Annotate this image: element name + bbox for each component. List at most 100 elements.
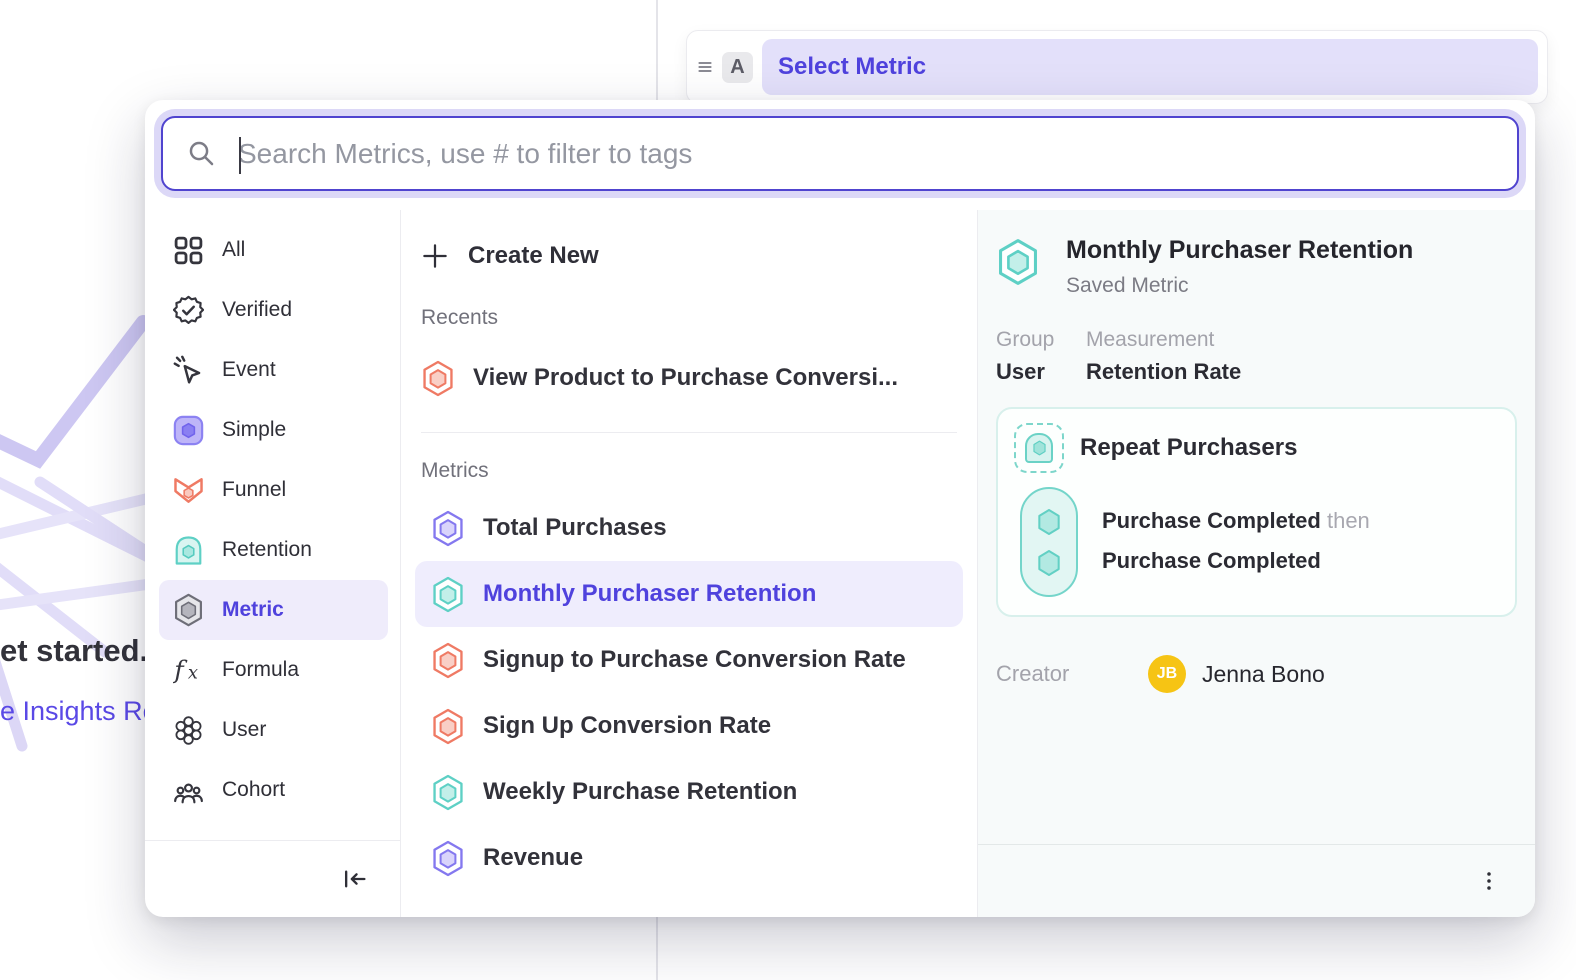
create-new-label: Create New — [468, 242, 599, 270]
more-options-button[interactable] — [1471, 863, 1507, 899]
definition-connector: then — [1327, 508, 1370, 533]
event-hexagon-icon — [1036, 508, 1062, 536]
saved-metric-icon — [996, 238, 1040, 286]
sidebar-item-label: Verified — [222, 298, 292, 322]
metric-row[interactable]: Revenue — [415, 825, 963, 891]
metric-row[interactable]: Signup to Purchase Conversion Rate — [415, 627, 963, 693]
creator-label: Creator — [996, 661, 1148, 687]
creator-row: Creator JB Jenna Bono — [996, 655, 1517, 693]
category-list: All Verified — [145, 210, 400, 820]
svg-text:ƒ: ƒ — [173, 655, 188, 685]
event-sequence-pill — [1020, 487, 1078, 597]
user-cluster-icon — [173, 715, 204, 746]
detail-subtitle: Saved Metric — [1066, 274, 1413, 298]
metric-row-selected[interactable]: Monthly Purchaser Retention — [415, 561, 963, 627]
metric-definition-card: Repeat Purchasers Purchase Completed the… — [996, 407, 1517, 617]
grid-icon — [173, 235, 204, 266]
event-hexagon-icon — [1036, 549, 1062, 577]
funnel-icon — [173, 475, 204, 506]
retention-behavior-icon — [1014, 423, 1064, 473]
background-link-fragment[interactable]: e Insights Re — [0, 696, 158, 727]
sidebar-item-funnel[interactable]: Funnel — [159, 460, 388, 520]
sidebar-item-metric[interactable]: Metric — [159, 580, 388, 640]
sidebar-item-event[interactable]: Event — [159, 340, 388, 400]
metric-hexagon-icon — [431, 840, 465, 877]
background-heading-fragment: et started. — [0, 633, 148, 669]
sidebar-footer — [145, 840, 400, 917]
metric-hexagon-icon — [173, 595, 204, 626]
recent-item-label: View Product to Purchase Conversi... — [473, 364, 898, 392]
kebab-menu-icon — [1478, 870, 1500, 892]
collapse-icon — [342, 866, 368, 892]
sidebar-item-user[interactable]: User — [159, 700, 388, 760]
metrics-header: Metrics — [421, 459, 957, 483]
metric-hexagon-icon — [431, 708, 465, 745]
sidebar-item-all[interactable]: All — [159, 220, 388, 280]
group-label: Group — [996, 328, 1086, 352]
verified-badge-icon — [173, 295, 204, 326]
search-box[interactable] — [161, 116, 1519, 191]
text-caret — [239, 137, 241, 174]
drag-handle-icon[interactable] — [695, 57, 715, 77]
create-new-button[interactable]: Create New — [421, 232, 957, 280]
detail-footer — [978, 844, 1535, 917]
select-metric-label: Select Metric — [778, 53, 926, 81]
metric-row-label: Sign Up Conversion Rate — [483, 712, 771, 740]
metric-rows: Total Purchases Monthly Purchaser Retent… — [421, 495, 957, 891]
metric-row-label: Total Purchases — [483, 514, 667, 542]
sidebar-item-verified[interactable]: Verified — [159, 280, 388, 340]
detail-title: Monthly Purchaser Retention — [1066, 236, 1413, 265]
avatar: JB — [1148, 655, 1186, 693]
sidebar-item-label: Formula — [222, 658, 299, 682]
category-sidebar: All Verified — [145, 210, 400, 917]
metric-hexagon-icon — [431, 510, 465, 547]
definition-name: Repeat Purchasers — [1080, 434, 1297, 462]
series-a-badge[interactable]: A — [722, 52, 753, 83]
metric-hexagon-icon — [431, 642, 465, 679]
metric-row[interactable]: Total Purchases — [415, 495, 963, 561]
sidebar-item-simple[interactable]: Simple — [159, 400, 388, 460]
cohort-people-icon — [173, 775, 204, 806]
select-metric-button[interactable]: Select Metric — [762, 39, 1538, 95]
sidebar-item-label: User — [222, 718, 266, 742]
svg-text:x: x — [188, 662, 198, 683]
sidebar-item-label: Cohort — [222, 778, 285, 802]
section-divider — [421, 432, 957, 433]
sidebar-item-label: Metric — [222, 598, 284, 622]
sidebar-item-cohort[interactable]: Cohort — [159, 760, 388, 820]
metric-hexagon-icon — [431, 576, 465, 613]
metric-select-modal: All Verified — [145, 100, 1535, 917]
search-icon — [186, 138, 217, 169]
metric-hexagon-icon — [431, 774, 465, 811]
metric-row-label: Revenue — [483, 844, 583, 872]
metric-row[interactable]: Weekly Purchase Retention — [415, 759, 963, 825]
retention-arch-icon — [173, 535, 204, 566]
creator-name: Jenna Bono — [1202, 661, 1325, 688]
modal-body: All Verified — [145, 210, 1535, 917]
collapse-sidebar-button[interactable] — [336, 860, 374, 898]
search-input[interactable] — [217, 124, 1517, 184]
detail-meta: Group Measurement User Retention Rate — [996, 328, 1517, 385]
sidebar-item-label: Funnel — [222, 478, 286, 502]
definition-step2: Purchase Completed — [1102, 548, 1321, 573]
sidebar-item-label: All — [222, 238, 245, 262]
plus-icon — [421, 242, 449, 270]
recent-item[interactable]: View Product to Purchase Conversi... — [421, 346, 957, 410]
metric-list: Create New Recents View Product to Purch… — [400, 210, 978, 917]
simple-metric-icon — [173, 415, 204, 446]
metric-hexagon-icon — [421, 360, 455, 397]
metric-row-label: Monthly Purchaser Retention — [483, 580, 816, 608]
detail-header: Monthly Purchaser Retention Saved Metric — [996, 236, 1517, 298]
sidebar-item-retention[interactable]: Retention — [159, 520, 388, 580]
measurement-label: Measurement — [1086, 328, 1214, 352]
formula-fx-icon: ƒ x — [173, 655, 204, 686]
metric-row-label: Signup to Purchase Conversion Rate — [483, 646, 906, 674]
metric-row[interactable]: Sign Up Conversion Rate — [415, 693, 963, 759]
sidebar-item-formula[interactable]: ƒ x Formula — [159, 640, 388, 700]
metric-detail-panel: Monthly Purchaser Retention Saved Metric… — [978, 210, 1535, 917]
measurement-value: Retention Rate — [1086, 359, 1241, 385]
metric-row-label: Weekly Purchase Retention — [483, 778, 797, 806]
definition-step1: Purchase Completed — [1102, 508, 1321, 533]
sidebar-item-label: Retention — [222, 538, 312, 562]
metric-selector-bar: A Select Metric — [686, 30, 1548, 104]
